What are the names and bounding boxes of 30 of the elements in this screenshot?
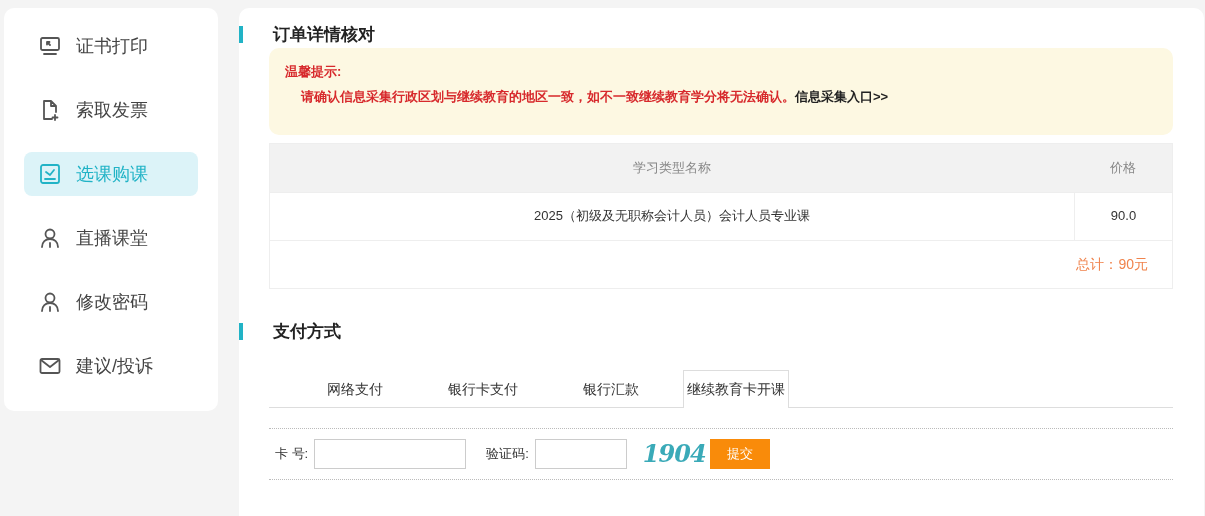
sidebar-item[interactable]: 证书打印 bbox=[24, 24, 198, 68]
captcha-field[interactable] bbox=[534, 439, 627, 469]
monitor-icon bbox=[38, 34, 62, 58]
card-number-field[interactable] bbox=[314, 439, 467, 469]
payment-tab[interactable]: 银行汇款 bbox=[547, 370, 675, 408]
section-marker bbox=[239, 26, 243, 44]
notice-message: 请确认信息采集行政区划与继续教育的地区一致，如不一致继续教育学分将无法确认。信息采集入口>> bbox=[299, 88, 890, 106]
field-label: 验证码: bbox=[486, 445, 529, 464]
total-amount: 总计：90元 bbox=[1076, 254, 1148, 274]
sidebar-item[interactable]: 建议/投诉 bbox=[24, 344, 198, 388]
field-label: 卡 号: bbox=[275, 445, 309, 464]
sidebar-item[interactable]: 修改密码 bbox=[24, 280, 198, 324]
column-header: 价格 bbox=[1074, 143, 1172, 192]
section-title: 订单详情核对 bbox=[273, 24, 375, 46]
person-icon bbox=[38, 226, 62, 250]
captcha-image: 1904 bbox=[642, 438, 706, 470]
section-marker bbox=[239, 322, 243, 340]
checkbox-icon bbox=[38, 162, 62, 186]
sidebar-item[interactable]: 索取发票 bbox=[24, 88, 198, 132]
person-icon bbox=[38, 290, 62, 314]
notice-title: 温馨提示: bbox=[285, 62, 343, 81]
payment-tab[interactable]: 继续教育卡开课 bbox=[683, 370, 789, 408]
payment-tab[interactable]: 网络支付 bbox=[291, 370, 419, 408]
column-header: 学习类型名称 bbox=[270, 143, 1074, 192]
info-collection-link[interactable]: 信息采集入口>> bbox=[795, 89, 889, 104]
payment-tab[interactable]: 银行卡支付 bbox=[419, 370, 547, 408]
sidebar-item[interactable]: 直播课堂 bbox=[24, 216, 198, 260]
section-title: 支付方式 bbox=[273, 320, 341, 343]
table-cell: 90.0 bbox=[1074, 191, 1172, 240]
table-cell: 2025（初级及无职称会计人员）会计人员专业课 bbox=[270, 191, 1074, 240]
